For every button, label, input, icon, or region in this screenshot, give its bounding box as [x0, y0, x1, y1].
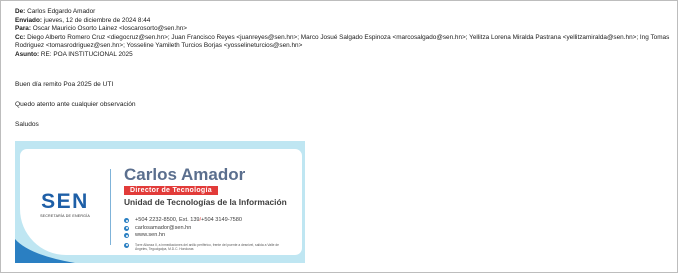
phone-row: +504 2232-8500, Ext. 139 / +504 3149-758…	[124, 217, 285, 225]
body-line-1: Buen día remito Poa 2025 de UTI	[15, 81, 114, 88]
from-value: Carlos Edgardo Amador	[27, 8, 96, 15]
email-frame: De: Carlos Edgardo Amador Enviado: jueve…	[0, 0, 678, 273]
phone-icon	[124, 218, 129, 224]
email-header: De: Carlos Edgardo Amador Enviado: jueve…	[15, 8, 675, 60]
email-icon	[124, 225, 129, 231]
subject-label: Asunto:	[15, 50, 40, 58]
signature-card: SEN SECRETARÍA DE ENERGÍA Carlos Amador …	[15, 141, 305, 263]
to-label: Para:	[15, 25, 31, 33]
sent-row: Enviado: jueves, 12 de diciembre de 2024…	[15, 17, 675, 26]
signature-panel: SEN SECRETARÍA DE ENERGÍA Carlos Amador …	[20, 149, 302, 255]
signature-role: Director de Tecnología	[124, 186, 218, 195]
sent-value: jueves, 12 de diciembre de 2024 8:44	[43, 16, 151, 24]
body-line-3: Saludos	[15, 121, 39, 128]
sent-label: Enviado:	[15, 16, 42, 24]
location-icon	[124, 242, 129, 248]
cc-label: Cc:	[15, 33, 26, 41]
signature-address: Torre Alianza II, a inmediaciones del an…	[135, 242, 279, 251]
signature-divider	[110, 169, 111, 245]
signature-name: Carlos Amador	[124, 165, 246, 184]
signature-contacts: +504 2232-8500, Ext. 139 / +504 3149-758…	[124, 217, 285, 251]
from-label: De:	[15, 8, 26, 15]
cc-row: Cc: Diego Alberto Romero Cruz <diegocruz…	[15, 34, 675, 51]
web-row: www.sen.hn	[124, 232, 285, 240]
from-row: De: Carlos Edgardo Amador	[15, 8, 675, 17]
cc-value: Diego Alberto Romero Cruz <diegocruz@sen…	[15, 33, 670, 50]
email-row: carlosamador@sen.hn	[124, 225, 285, 233]
body-line-2: Quedo atento ante cualquier observación	[15, 101, 136, 108]
phone-main: +504 2232-8500, Ext. 139	[135, 217, 200, 223]
to-value: Oscar Mauricio Osorto Lainez <loscarosor…	[32, 25, 188, 33]
to-row: Para: Oscar Mauricio Osorto Lainez <losc…	[15, 25, 675, 34]
signature-email[interactable]: carlosamador@sen.hn	[135, 225, 191, 233]
phone-alt: +504 3149-7580	[201, 217, 243, 223]
signature-unit: Unidad de Tecnologías de la Información	[124, 197, 287, 207]
signature-web[interactable]: www.sen.hn	[135, 232, 165, 240]
web-icon	[124, 233, 129, 239]
sen-logo: SEN SECRETARÍA DE ENERGÍA	[34, 190, 96, 219]
subject-row: Asunto: RE: POA INSTITUCIONAL 2025	[15, 51, 675, 60]
subject-value: RE: POA INSTITUCIONAL 2025	[40, 50, 133, 58]
logo-text: SEN	[41, 190, 89, 213]
address-row: Torre Alianza II, a inmediaciones del an…	[124, 242, 285, 251]
logo-subtitle: SECRETARÍA DE ENERGÍA	[40, 214, 90, 218]
